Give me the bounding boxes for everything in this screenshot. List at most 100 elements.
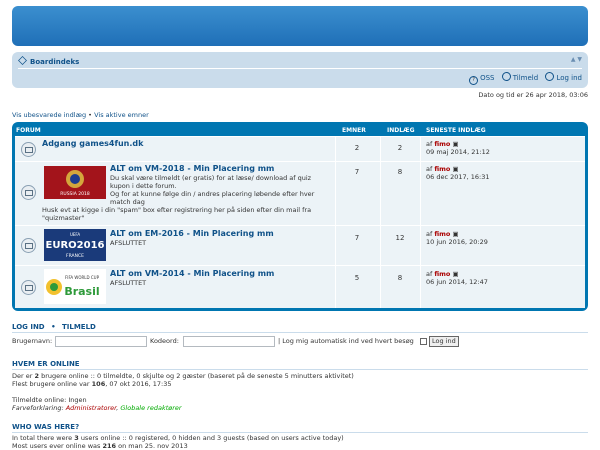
last-post-author[interactable]: fimo: [434, 165, 450, 173]
euro-2016-logo: UEFA EURO2016 FRANCE: [44, 229, 106, 261]
username-input[interactable]: [55, 336, 147, 347]
divider: [12, 369, 588, 370]
forum-row: UEFA EURO2016 FRANCE ALT om EM-2016 - Mi…: [15, 225, 585, 265]
forum-read-icon: [21, 238, 36, 253]
question-icon: ?: [469, 76, 479, 85]
topic-count: 2: [354, 144, 360, 152]
login-heading-link[interactable]: LOG IND: [12, 323, 45, 331]
last-post-icon[interactable]: ▣: [452, 270, 458, 278]
legend-admin[interactable]: Administratorer: [66, 404, 117, 412]
post-count: 12: [395, 234, 405, 242]
forum-title-link[interactable]: ALT om VM-2018 - Min Placering mm: [110, 164, 274, 173]
forum-list: FORUM EMNER INDLÆG SENESTE INDLÆG Adgang…: [12, 122, 588, 311]
register-link[interactable]: Tilmeld: [501, 72, 538, 82]
password-input[interactable]: [183, 336, 275, 347]
site-header-banner: [12, 6, 588, 46]
username-label: Brugernavn:: [12, 337, 53, 345]
last-post-author[interactable]: fimo: [434, 140, 450, 148]
navbar-links: ? OSS Tilmeld Log ind: [464, 72, 582, 85]
divider: [12, 432, 588, 433]
unread-sep: •: [86, 111, 95, 119]
desc-line: Du skal være tilmeldt (er gratis) for at…: [110, 174, 312, 182]
last-post-author[interactable]: fimo: [434, 230, 450, 238]
col-topics: EMNER: [342, 127, 366, 134]
topic-count: 7: [354, 234, 360, 242]
breadcrumb-label[interactable]: Boardindeks: [30, 58, 79, 66]
last-post-info: af fimo ▣ 06 jun 2014, 12:47: [426, 270, 488, 286]
unread-links: Vis ubesvarede indlæg • Vis aktive emner: [12, 111, 149, 119]
navbar-divider: [18, 68, 582, 69]
breadcrumb[interactable]: Boardindeks: [18, 56, 79, 66]
who-was-here-stats: In total there were 3 users online :: 0 …: [12, 434, 588, 450]
desc-line: Og for at kunne følge din / andres place…: [110, 190, 315, 198]
online-heading: HVEM ER ONLINE: [12, 360, 80, 368]
login-button[interactable]: Log ind: [429, 336, 459, 347]
last-post-icon[interactable]: ▣: [452, 165, 458, 173]
legend-moderator[interactable]: Globale redaktører: [120, 404, 181, 412]
forum-row: FIFA WORLD CUP Brasil ALT om VM-2014 - M…: [15, 265, 585, 308]
post-count: 8: [397, 274, 403, 282]
online-line-1: Der er 2 brugere online :: 0 tilmeldte, …: [12, 372, 354, 380]
last-post-icon[interactable]: ▣: [452, 230, 458, 238]
logo-sub-text: FRANCE: [66, 253, 84, 259]
topic-count: 5: [354, 274, 360, 282]
logo-main-text: EURO2016: [46, 240, 105, 251]
login-heading-sep: •: [51, 323, 56, 331]
last-post-author[interactable]: fimo: [434, 270, 450, 278]
last-post-date: 10 jun 2016, 20:29: [426, 238, 488, 246]
last-post-date: 06 dec 2017, 16:31: [426, 173, 490, 181]
desc-line: kupon i dette forum.: [110, 182, 177, 190]
password-label: Kodeord:: [150, 337, 179, 345]
forum-row: RUSSIA 2018 ALT om VM-2018 - Min Placeri…: [15, 161, 585, 225]
desc-line: match dag: [110, 198, 145, 206]
forum-description-extra: Husk evt at kigge i din "spam" box efter…: [42, 206, 312, 222]
login-link[interactable]: Log ind: [545, 72, 582, 82]
divider: [12, 332, 588, 333]
register-link-label[interactable]: Tilmeld: [513, 74, 538, 82]
forum-row: Adgang games4fun.dk 2 2 af fimo ▣ 09 maj…: [15, 136, 585, 161]
col-posts: INDLÆG: [387, 127, 415, 134]
last-post-date: 09 maj 2014, 21:12: [426, 148, 490, 156]
logo-top-text: FIFA WORLD CUP: [65, 275, 100, 280]
last-post-icon[interactable]: ▣: [452, 140, 458, 148]
current-datetime: Dato og tid er 26 apr 2018, 03:06: [478, 91, 588, 99]
registered-online: Tilmeldte online: Ingen: [12, 396, 87, 404]
register-icon: [501, 72, 511, 81]
autologin-checkbox[interactable]: [420, 338, 427, 345]
login-heading: LOG IND • TILMELD: [12, 323, 96, 331]
home-icon: [18, 56, 27, 65]
forum-list-header: FORUM EMNER INDLÆG SENESTE INDLÆG: [15, 125, 585, 135]
logo-top-text: UEFA: [70, 232, 80, 237]
autologin-label: | Log mig automatisk ind ved hvert besøg: [278, 337, 414, 345]
faq-link-label[interactable]: OSS: [480, 74, 494, 82]
faq-link[interactable]: ? OSS: [469, 74, 495, 85]
logo-main-text: Brasil: [64, 285, 99, 298]
forum-read-icon: [21, 185, 36, 200]
forum-description: AFSLUTTET: [110, 279, 147, 287]
brasil-2014-logo: FIFA WORLD CUP Brasil: [44, 269, 106, 304]
forum-title-link[interactable]: ALT om VM-2014 - Min Placering mm: [110, 269, 274, 278]
last-post-date: 06 jun 2014, 12:47: [426, 278, 488, 286]
post-count: 8: [397, 168, 403, 176]
forum-read-icon: [21, 280, 36, 295]
who-was-here-heading: WHO WAS HERE?: [12, 423, 80, 431]
forum-read-icon: [21, 142, 36, 157]
active-topics-link[interactable]: Vis aktive emner: [94, 111, 149, 119]
last-post-info: af fimo ▣ 10 jun 2016, 20:29: [426, 230, 488, 246]
register-heading-link[interactable]: TILMELD: [62, 323, 96, 331]
online-line-2: Flest brugere online var 106, 07 okt 201…: [12, 380, 172, 388]
forum-title-link[interactable]: Adgang games4fun.dk: [42, 139, 143, 148]
online-registered: Tilmeldte online: Ingen Farveforklaring:…: [12, 396, 588, 412]
forum-title-link[interactable]: ALT om EM-2016 - Min Placering mm: [110, 229, 274, 238]
forum-description: AFSLUTTET: [110, 239, 147, 247]
last-post-info: af fimo ▣ 09 maj 2014, 21:12: [426, 140, 490, 156]
who-was-line-2: Most users ever online was 216 on man 25…: [12, 442, 188, 450]
login-link-label[interactable]: Log ind: [556, 74, 582, 82]
color-legend: Farveforklaring: Administratorer, Global…: [12, 404, 182, 412]
online-stats: Der er 2 brugere online :: 0 tilmeldte, …: [12, 372, 588, 388]
login-icon: [545, 72, 555, 81]
col-last-post: SENESTE INDLÆG: [426, 127, 486, 134]
russia-2018-logo: RUSSIA 2018: [44, 166, 106, 199]
font-size-toggle[interactable]: ▲ ▼: [571, 56, 582, 63]
unanswered-posts-link[interactable]: Vis ubesvarede indlæg: [12, 111, 86, 119]
